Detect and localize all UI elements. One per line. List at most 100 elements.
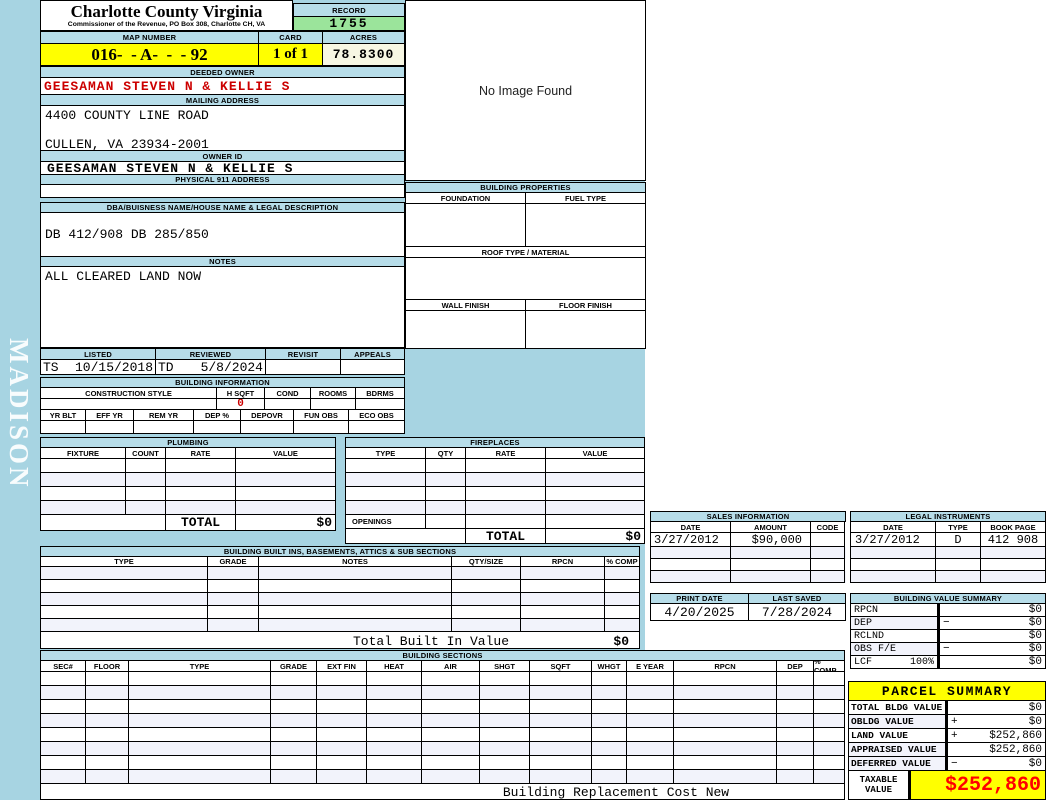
empty-cell [317,728,367,742]
sales-row: 3/27/2012 $90,000 [651,533,846,547]
shgt-header: SHGT [480,661,530,672]
empty-cell [777,686,814,700]
empty-cell [814,686,845,700]
bvs-lcf-percent: 100% [909,656,934,668]
qty-header: QTY [426,448,466,459]
empty-cell [134,421,194,434]
empty-cell [426,473,466,487]
empty-cell [208,606,259,619]
empty-cell [367,672,422,686]
empty-cell [452,580,521,593]
parcel-summary-table: PARCEL SUMMARY TOTAL BLDG VALUE $0 OBLDG… [848,681,1046,800]
building-information-table: BUILDING INFORMATION CONSTRUCTION STYLE … [40,377,405,434]
built-ins-title: BUILDING BUILT INS, BASEMENTS, ATTICS & … [41,547,640,557]
legal-instruments-title: LEGAL INSTRUMENTS [851,512,1046,522]
notes-value: ALL CLEARED LAND NOW [41,267,405,348]
empty-cell [422,728,480,742]
physical-911-address-value [41,185,405,198]
count-header: COUNT [126,448,166,459]
type-header: TYPE [346,448,426,459]
empty-cell [236,501,336,515]
empty-cell [41,567,208,580]
empty-cell [814,728,845,742]
empty-cell [367,728,422,742]
empty-cell [627,714,674,728]
empty-cell [208,593,259,606]
empty-cell [208,580,259,593]
bvs-row-lcf: LCF 100% $0 [851,656,1046,669]
instrument-type: D [936,533,981,547]
fireplaces-title: FIREPLACES [346,438,645,448]
empty-cell [546,515,645,529]
empty-cell [452,619,521,632]
empty-cell [814,756,845,770]
pct-comp-header: % COMP [814,661,845,672]
dba-notes-block: DBA/BUISNESS NAME/HOUSE NAME & LEGAL DES… [40,202,405,348]
empty-cell [452,593,521,606]
empty-cell [271,700,317,714]
empty-cell [777,700,814,714]
rpcn-header: RPCN [674,661,777,672]
amount-header: AMOUNT [731,522,811,533]
empty-cell [605,606,640,619]
empty-cell [811,547,845,559]
ps-row-obldg: OBLDG VALUE + $0 [849,715,1046,729]
empty-cell [126,501,166,515]
listed-by: TS [43,360,59,375]
empty-cell [129,672,271,686]
reviewed-label: REVIEWED [156,349,266,360]
card-label: CARD [259,32,323,44]
value-header: VALUE [546,448,645,459]
empty-cell [480,700,530,714]
ps-label: OBLDG VALUE [849,715,946,729]
bvs-operator: − [943,643,950,655]
ps-value: $0 [1028,701,1042,714]
bdrms-header: BDRMS [356,388,405,399]
building-value-summary-title: BUILDING VALUE SUMMARY [851,594,1046,604]
roof-type-label: ROOF TYPE / MATERIAL [406,247,646,258]
empty-cell [480,756,530,770]
empty-cell [194,421,241,434]
bvs-row-obs: OBS F/E − $0 [851,643,1046,656]
bvs-value: $0 [1028,604,1042,616]
empty-cell [674,700,777,714]
building-information-title: BUILDING INFORMATION [41,378,405,388]
construction-style-header: CONSTRUCTION STYLE [41,388,217,399]
empty-cell [521,619,605,632]
deeded-owner-label: DEEDED OWNER [41,67,405,78]
empty-cell [605,567,640,580]
review-table: LISTED REVIEWED REVISIT APPEALS TS 10/15/… [40,348,405,375]
wall-finish-value [406,311,526,349]
empty-cell [86,686,129,700]
grade-header: GRADE [271,661,317,672]
map-number-value: 016- - A- - - 92 [41,44,259,66]
empty-cell [530,742,592,756]
ps-row-land: LAND VALUE + $252,860 [849,729,1046,743]
bvs-value: $0 [1028,656,1042,668]
card-value: 1 of 1 [259,44,323,66]
empty-cell [317,714,367,728]
empty-cell [466,515,546,529]
empty-cell [466,473,546,487]
empty-cell [546,473,645,487]
empty-cell [346,501,426,515]
type-header: TYPE [129,661,271,672]
owner-id-value: GEESAMAN STEVEN N & KELLIE S [41,162,405,175]
empty-cell [259,567,452,580]
built-ins-table: BUILDING BUILT INS, BASEMENTS, ATTICS & … [40,546,640,649]
empty-cell [627,770,674,784]
empty-cell [674,770,777,784]
dep-pct-header: DEP % [194,410,241,421]
taxable-value-label: TAXABLE VALUE [849,771,909,800]
ps-operator: + [951,729,958,742]
roof-type-value [406,258,646,300]
cond-header: COND [265,388,311,399]
appeals-label: APPEALS [341,349,405,360]
sales-information-title: SALES INFORMATION [651,512,846,522]
pct-comp-header: % COMP [605,557,640,567]
empty-cell [129,714,271,728]
empty-cell [546,459,645,473]
empty-cell [592,770,627,784]
ext-fin-header: EXT FIN [317,661,367,672]
empty-cell [294,421,349,434]
